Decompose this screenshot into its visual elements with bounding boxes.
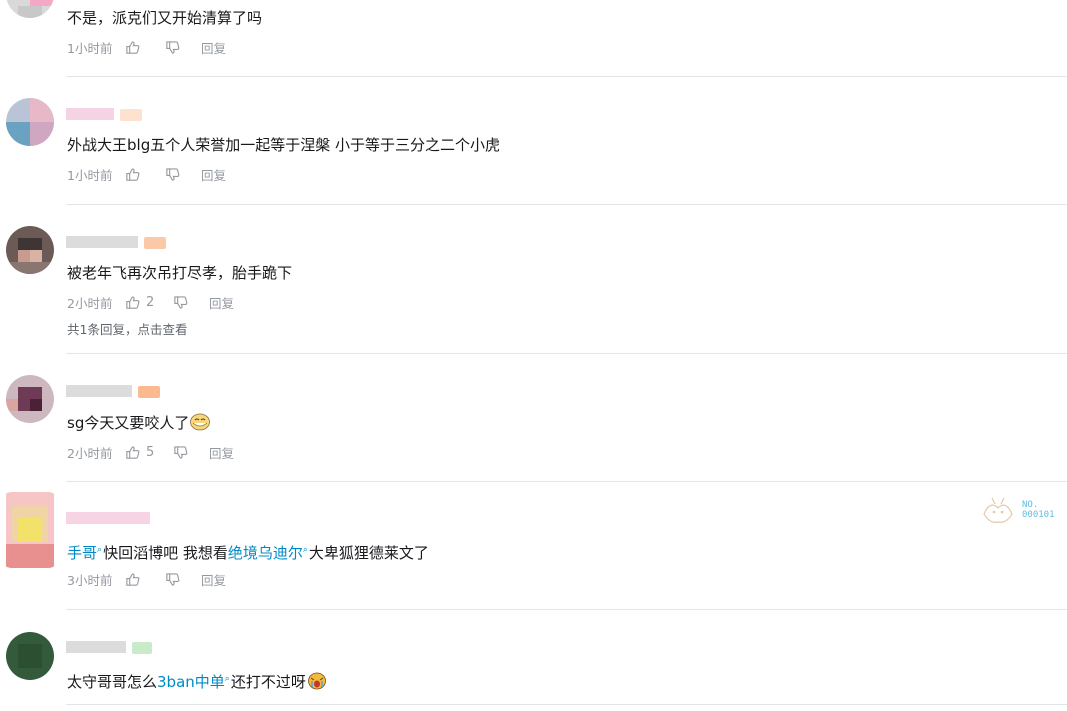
avatar[interactable]: [0, 492, 60, 568]
level-badge: [144, 237, 166, 249]
username-blurred[interactable]: [66, 641, 152, 654]
thumbs-up-icon: [126, 572, 140, 586]
avatar[interactable]: [6, 226, 54, 274]
divider: [66, 609, 1067, 610]
comment-time: 1小时前: [67, 167, 113, 183]
username-blurred[interactable]: [66, 385, 160, 398]
avatar[interactable]: [6, 0, 54, 18]
comment-time: 2小时前: [67, 295, 113, 311]
search-icon: ⌕: [302, 545, 308, 555]
thumbs-down-icon: [166, 572, 180, 586]
like-button[interactable]: 5: [125, 445, 173, 460]
reply-button[interactable]: 回复: [209, 443, 234, 462]
thumbs-up-icon: [126, 167, 140, 181]
like-count: 5: [146, 444, 155, 460]
comment-actions: 1小时前 回复: [67, 38, 226, 56]
thumbs-up-icon: [126, 295, 140, 309]
dislike-button[interactable]: [165, 167, 201, 182]
divider: [66, 481, 1067, 482]
like-button[interactable]: 2: [125, 295, 173, 310]
comment-content: 被老年飞再次吊打尽孝，胎手跪下: [67, 264, 293, 282]
fan-mascot-icon: [983, 497, 1013, 523]
comment-text: 太守哥哥怎么: [67, 673, 158, 691]
level-badge: [132, 642, 152, 654]
comment-text: 还打不过呀: [230, 673, 306, 691]
thumbs-up-icon: [126, 40, 140, 54]
comment-time: 2小时前: [67, 445, 113, 461]
like-button[interactable]: [125, 572, 165, 587]
dislike-button[interactable]: [165, 572, 201, 587]
laughing-face-emoji: [190, 413, 211, 431]
comment-actions: 1小时前 回复: [67, 165, 226, 183]
comment-text: sg今天又要咬人了: [67, 414, 190, 432]
search-icon: ⌕: [224, 674, 230, 684]
reply-button[interactable]: 回复: [209, 293, 234, 312]
search-icon: ⌕: [97, 545, 103, 555]
comment-content: 不是，派克们又开始清算了吗: [67, 9, 263, 27]
thumbs-down-icon: [166, 167, 180, 181]
thumbs-down-icon: [166, 40, 180, 54]
comment-text: 快回滔博吧 我想看: [103, 544, 228, 562]
comment-time: 3小时前: [67, 572, 113, 588]
comment-actions: 2小时前 2 回复: [67, 293, 234, 311]
comment-content: 外战大王blg五个人荣誉加一起等于涅槃 小于等于三分之二个小虎: [67, 136, 500, 154]
comment-content: 手哥⌕快回滔博吧 我想看绝境乌迪尔⌕大卑狐狸德莱文了: [67, 540, 429, 563]
comment-text: 大卑狐狸德莱文了: [308, 544, 429, 562]
crying-face-emoji: [307, 672, 327, 690]
thumbs-down-icon: [174, 295, 188, 309]
reply-button[interactable]: 回复: [201, 165, 226, 184]
thumbs-down-icon: [174, 445, 188, 459]
username-blurred[interactable]: [66, 236, 166, 249]
fan-badge-line2: 000101: [1022, 510, 1055, 520]
fan-number-badge: NO. 000101: [978, 494, 1055, 526]
comment-actions: 2小时前 5 回复: [67, 443, 234, 461]
avatar[interactable]: [6, 632, 54, 680]
topic-link[interactable]: 绝境乌迪尔: [228, 544, 303, 562]
divider: [66, 353, 1067, 354]
dislike-button[interactable]: [165, 40, 201, 55]
divider: [66, 76, 1067, 77]
like-count: 2: [146, 294, 155, 310]
reply-button[interactable]: 回复: [201, 38, 226, 57]
dislike-button[interactable]: [173, 445, 209, 460]
avatar[interactable]: [6, 98, 54, 146]
username-blurred[interactable]: [66, 512, 150, 524]
comment-content: 太守哥哥怎么3ban中单⌕还打不过呀: [67, 669, 327, 692]
avatar[interactable]: [6, 375, 54, 423]
level-badge: [120, 109, 142, 121]
topic-link[interactable]: 手哥: [67, 544, 97, 562]
comment-actions: 3小时前 回复: [67, 570, 226, 588]
divider: [66, 204, 1067, 205]
reply-button[interactable]: 回复: [201, 570, 226, 589]
topic-link[interactable]: 3ban中单: [157, 673, 225, 691]
like-button[interactable]: [125, 167, 165, 182]
username-blurred[interactable]: [66, 108, 142, 121]
fan-badge-line1: NO.: [1022, 500, 1039, 510]
thumbs-up-icon: [126, 445, 140, 459]
level-badge: [138, 386, 160, 398]
comment-time: 1小时前: [67, 40, 113, 56]
view-replies-link[interactable]: 共1条回复，点击查看: [67, 319, 187, 338]
dislike-button[interactable]: [173, 295, 209, 310]
like-button[interactable]: [125, 40, 165, 55]
comment-content: sg今天又要咬人了: [67, 413, 211, 433]
divider: [66, 704, 1067, 705]
